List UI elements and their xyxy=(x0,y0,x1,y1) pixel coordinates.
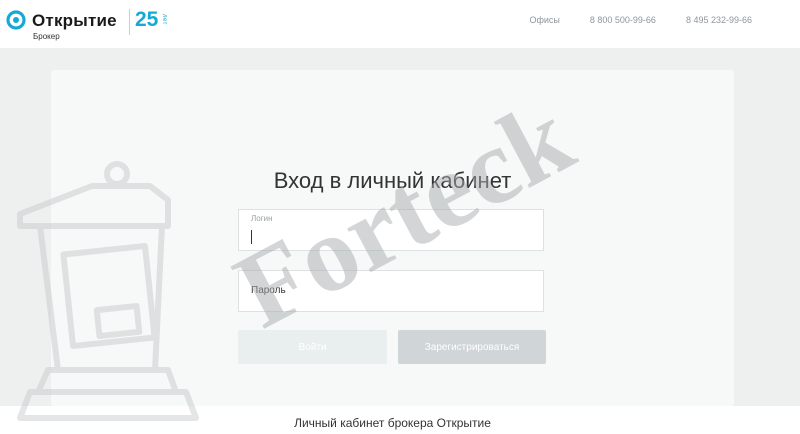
text-caret xyxy=(251,230,252,244)
brand-subtitle: Брокер xyxy=(33,32,60,41)
header-nav: Офисы 8 800 500-99-66 8 495 232-99-66 xyxy=(529,15,752,25)
anniversary-word: лет xyxy=(161,14,167,25)
footer: Личный кабинет брокера Открытие xyxy=(0,406,800,434)
login-button[interactable]: Войти xyxy=(238,330,387,364)
anniversary-number: 25 xyxy=(135,8,159,31)
nav-offices-link[interactable]: Офисы xyxy=(529,15,559,25)
brand-name: Открытие xyxy=(32,11,117,30)
nav-phone-link-2[interactable]: 8 495 232-99-66 xyxy=(686,15,752,25)
logo-divider xyxy=(129,9,130,35)
brand-logo[interactable]: Открытие Брокер 25 лет xyxy=(6,8,176,42)
password-field-label: Пароль xyxy=(251,285,286,296)
nav-phone-link-1[interactable]: 8 800 500-99-66 xyxy=(590,15,656,25)
login-field-label: Логин xyxy=(251,214,273,223)
page-title: Вход в личный кабинет xyxy=(273,168,512,193)
password-field[interactable]: Пароль xyxy=(238,270,544,312)
header: Открытие Брокер 25 лет Офисы 8 800 500-9… xyxy=(0,0,800,48)
login-field[interactable]: Логин xyxy=(238,209,544,251)
footer-text: Личный кабинет брокера Открытие xyxy=(294,416,491,430)
register-button[interactable]: Зарегистрироваться xyxy=(398,330,546,364)
brand-circle-icon xyxy=(6,10,26,30)
